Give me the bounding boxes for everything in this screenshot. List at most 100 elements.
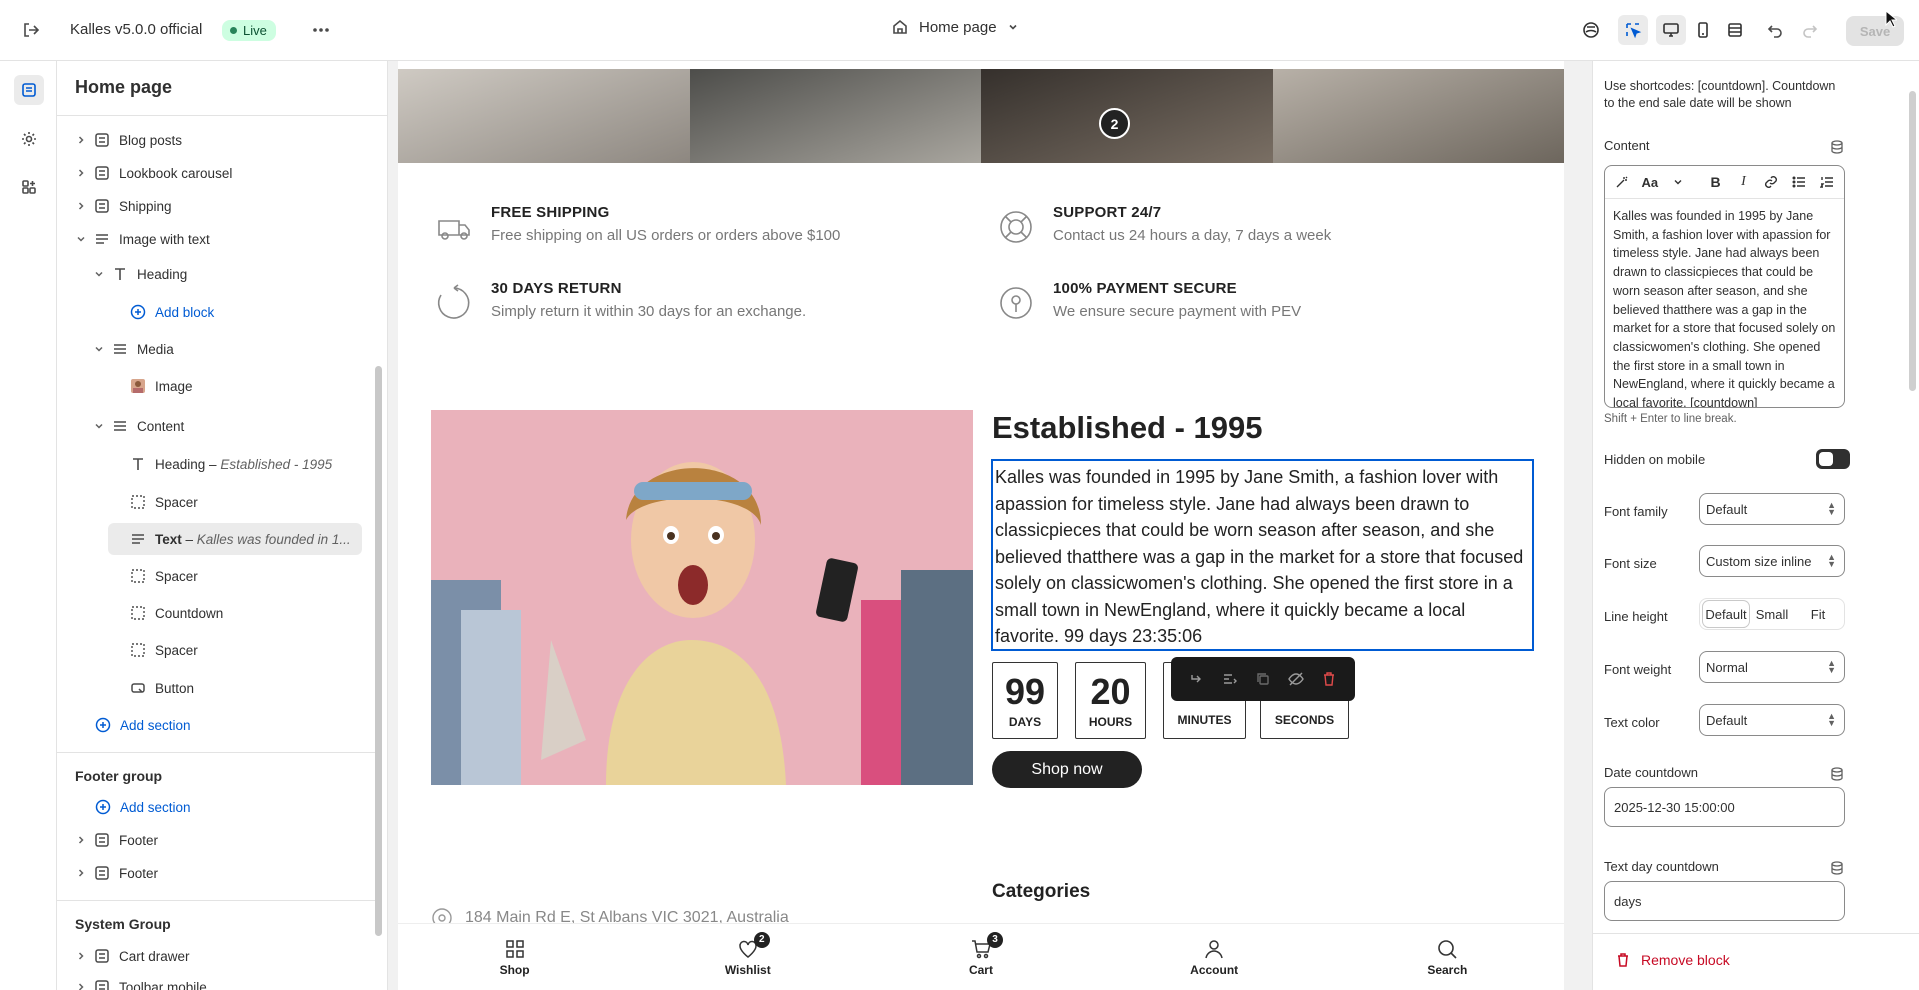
sidebar-scrollbar[interactable]	[375, 366, 382, 936]
tree-row-text-selected[interactable]: Text – Kalles was founded in 1...	[108, 523, 362, 555]
tree-row-label: Image	[155, 378, 193, 394]
tree-row-blog-posts[interactable]: Blog posts	[75, 125, 182, 155]
line-height-small[interactable]: Small	[1749, 601, 1795, 627]
tree-row-footer[interactable]: Footer	[75, 825, 158, 855]
tree-row-shipping[interactable]: Shipping	[75, 191, 172, 221]
selected-text-block[interactable]: Kalles was founded in 1995 by Jane Smith…	[985, 453, 1540, 657]
dynamic-source-icon[interactable]	[1829, 766, 1845, 782]
tree-row-image[interactable]: Image	[129, 371, 193, 401]
tree-row-heading-established[interactable]: Heading – Established - 1995	[129, 449, 332, 479]
hide-icon[interactable]	[1285, 668, 1307, 690]
spacer-icon	[129, 567, 147, 585]
nav-account[interactable]: Account	[1139, 938, 1289, 977]
tree-row-countdown[interactable]: Countdown	[129, 598, 223, 628]
grid-icon	[505, 939, 524, 958]
settings-icon[interactable]	[14, 124, 44, 154]
tree-row-heading[interactable]: Heading	[93, 259, 187, 289]
font-size-select[interactable]: Custom size inline ▲ ▼	[1699, 545, 1845, 577]
chevron-down-icon[interactable]	[93, 268, 105, 280]
content-rich-text-editor[interactable]: Aa B I Kalles was founded in 1995 by Jan…	[1604, 165, 1845, 408]
established-heading[interactable]: Established - 1995	[992, 410, 1263, 446]
chevron-right-icon[interactable]	[75, 134, 87, 146]
font-size-label: Font size	[1604, 556, 1657, 571]
tree-row-spacer[interactable]: Spacer	[129, 635, 198, 665]
tree-row-button[interactable]: Button	[129, 673, 194, 703]
remove-block-button[interactable]: Remove block	[1593, 933, 1919, 985]
magic-icon[interactable]	[1613, 172, 1631, 192]
link-icon[interactable]	[1762, 172, 1780, 192]
date-countdown-input[interactable]: 2025-12-30 15:00:00	[1604, 787, 1845, 827]
nav-label: Search	[1427, 962, 1468, 977]
exit-icon[interactable]	[16, 15, 46, 45]
page-selector[interactable]: Home page	[891, 18, 1019, 36]
numbered-list-icon[interactable]	[1818, 172, 1836, 192]
italic-icon[interactable]: I	[1735, 172, 1753, 192]
feature-title: SUPPORT 24/7	[1053, 204, 1162, 221]
shop-now-button[interactable]: Shop now	[992, 751, 1142, 788]
tree-row-toolbar-mobile[interactable]: Toolbar mobile	[75, 972, 207, 990]
desktop-view-icon[interactable]	[1656, 15, 1686, 45]
feature-title: 30 DAYS RETURN	[491, 280, 622, 297]
apps-icon[interactable]	[14, 172, 44, 202]
nav-wishlist[interactable]: 2 Wishlist	[673, 931, 823, 977]
nav-shop[interactable]: Shop	[440, 938, 590, 977]
hidden-on-mobile-toggle[interactable]	[1816, 449, 1850, 469]
feature-return: 30 DAYS RETURN Simply return it within 30…	[431, 280, 806, 326]
tree-row-image-with-text[interactable]: Image with text	[75, 224, 210, 254]
tree-row-content[interactable]: Content	[93, 411, 184, 441]
tree-row-spacer[interactable]: Spacer	[129, 561, 198, 591]
chevron-down-icon[interactable]	[93, 343, 105, 355]
lookbook-strip: 2	[398, 69, 1564, 163]
mobile-view-icon[interactable]	[1688, 15, 1718, 45]
bullet-list-icon[interactable]	[1790, 172, 1808, 192]
theme-store-icon[interactable]	[1576, 15, 1606, 45]
chevron-down-icon[interactable]	[93, 420, 105, 432]
chevron-right-icon[interactable]	[75, 167, 87, 179]
chevron-right-icon[interactable]	[75, 981, 87, 990]
feature-title: 100% PAYMENT SECURE	[1053, 280, 1237, 297]
text-color-select[interactable]: Default ▲ ▼	[1699, 704, 1845, 736]
lookbook-image	[398, 69, 690, 163]
nav-cart[interactable]: 3 Cart	[906, 931, 1056, 977]
tree-row-cart-drawer[interactable]: Cart drawer	[75, 941, 190, 971]
tree-row-spacer[interactable]: Spacer	[129, 487, 198, 517]
more-icon[interactable]	[306, 15, 336, 45]
text-day-countdown-input[interactable]: days	[1604, 881, 1845, 921]
add-block-link[interactable]: Add block	[129, 297, 214, 327]
chevron-right-icon[interactable]	[75, 834, 87, 846]
bold-icon[interactable]: B	[1707, 172, 1725, 192]
tree-row-footer[interactable]: Footer	[75, 858, 158, 888]
chevron-down-icon[interactable]	[75, 233, 87, 245]
chevron-right-icon[interactable]	[75, 950, 87, 962]
tree-row-media[interactable]: Media	[93, 334, 174, 364]
add-section-link[interactable]: Add section	[94, 792, 191, 822]
panel-scrollbar[interactable]	[1909, 91, 1916, 391]
duplicate-icon[interactable]	[1252, 668, 1274, 690]
delete-icon[interactable]	[1318, 668, 1340, 690]
move-down-icon[interactable]	[1219, 668, 1241, 690]
chevron-down-icon[interactable]	[1669, 172, 1687, 192]
line-height-default[interactable]: Default	[1703, 601, 1749, 627]
sections-icon[interactable]	[14, 75, 44, 105]
categories-title: Categories	[992, 881, 1091, 902]
move-up-icon[interactable]	[1186, 668, 1208, 690]
add-section-link[interactable]: Add section	[94, 710, 191, 740]
font-family-select[interactable]: Default ▲ ▼	[1699, 493, 1845, 525]
content-editor-text[interactable]: Kalles was founded in 1995 by Jane Smith…	[1605, 199, 1844, 407]
line-height-fit[interactable]: Fit	[1795, 601, 1841, 627]
undo-icon[interactable]	[1760, 15, 1790, 45]
fullscreen-view-icon[interactable]	[1720, 15, 1750, 45]
tree-row-lookbook-carousel[interactable]: Lookbook carousel	[75, 158, 232, 188]
nav-search[interactable]: Search	[1372, 938, 1522, 977]
chevron-right-icon[interactable]	[75, 867, 87, 879]
store-name: Kalles v5.0.0 official	[70, 21, 203, 38]
font-weight-select[interactable]: Normal ▲ ▼	[1699, 651, 1845, 683]
text-style-icon[interactable]: Aa	[1641, 172, 1659, 192]
inspector-icon[interactable]	[1618, 15, 1648, 45]
chevron-right-icon[interactable]	[75, 200, 87, 212]
redo-icon[interactable]	[1795, 15, 1825, 45]
text-color-value: Default	[1706, 712, 1748, 728]
slide-number[interactable]: 2	[1099, 108, 1130, 139]
dynamic-source-icon[interactable]	[1829, 139, 1845, 155]
dynamic-source-icon[interactable]	[1829, 860, 1845, 876]
